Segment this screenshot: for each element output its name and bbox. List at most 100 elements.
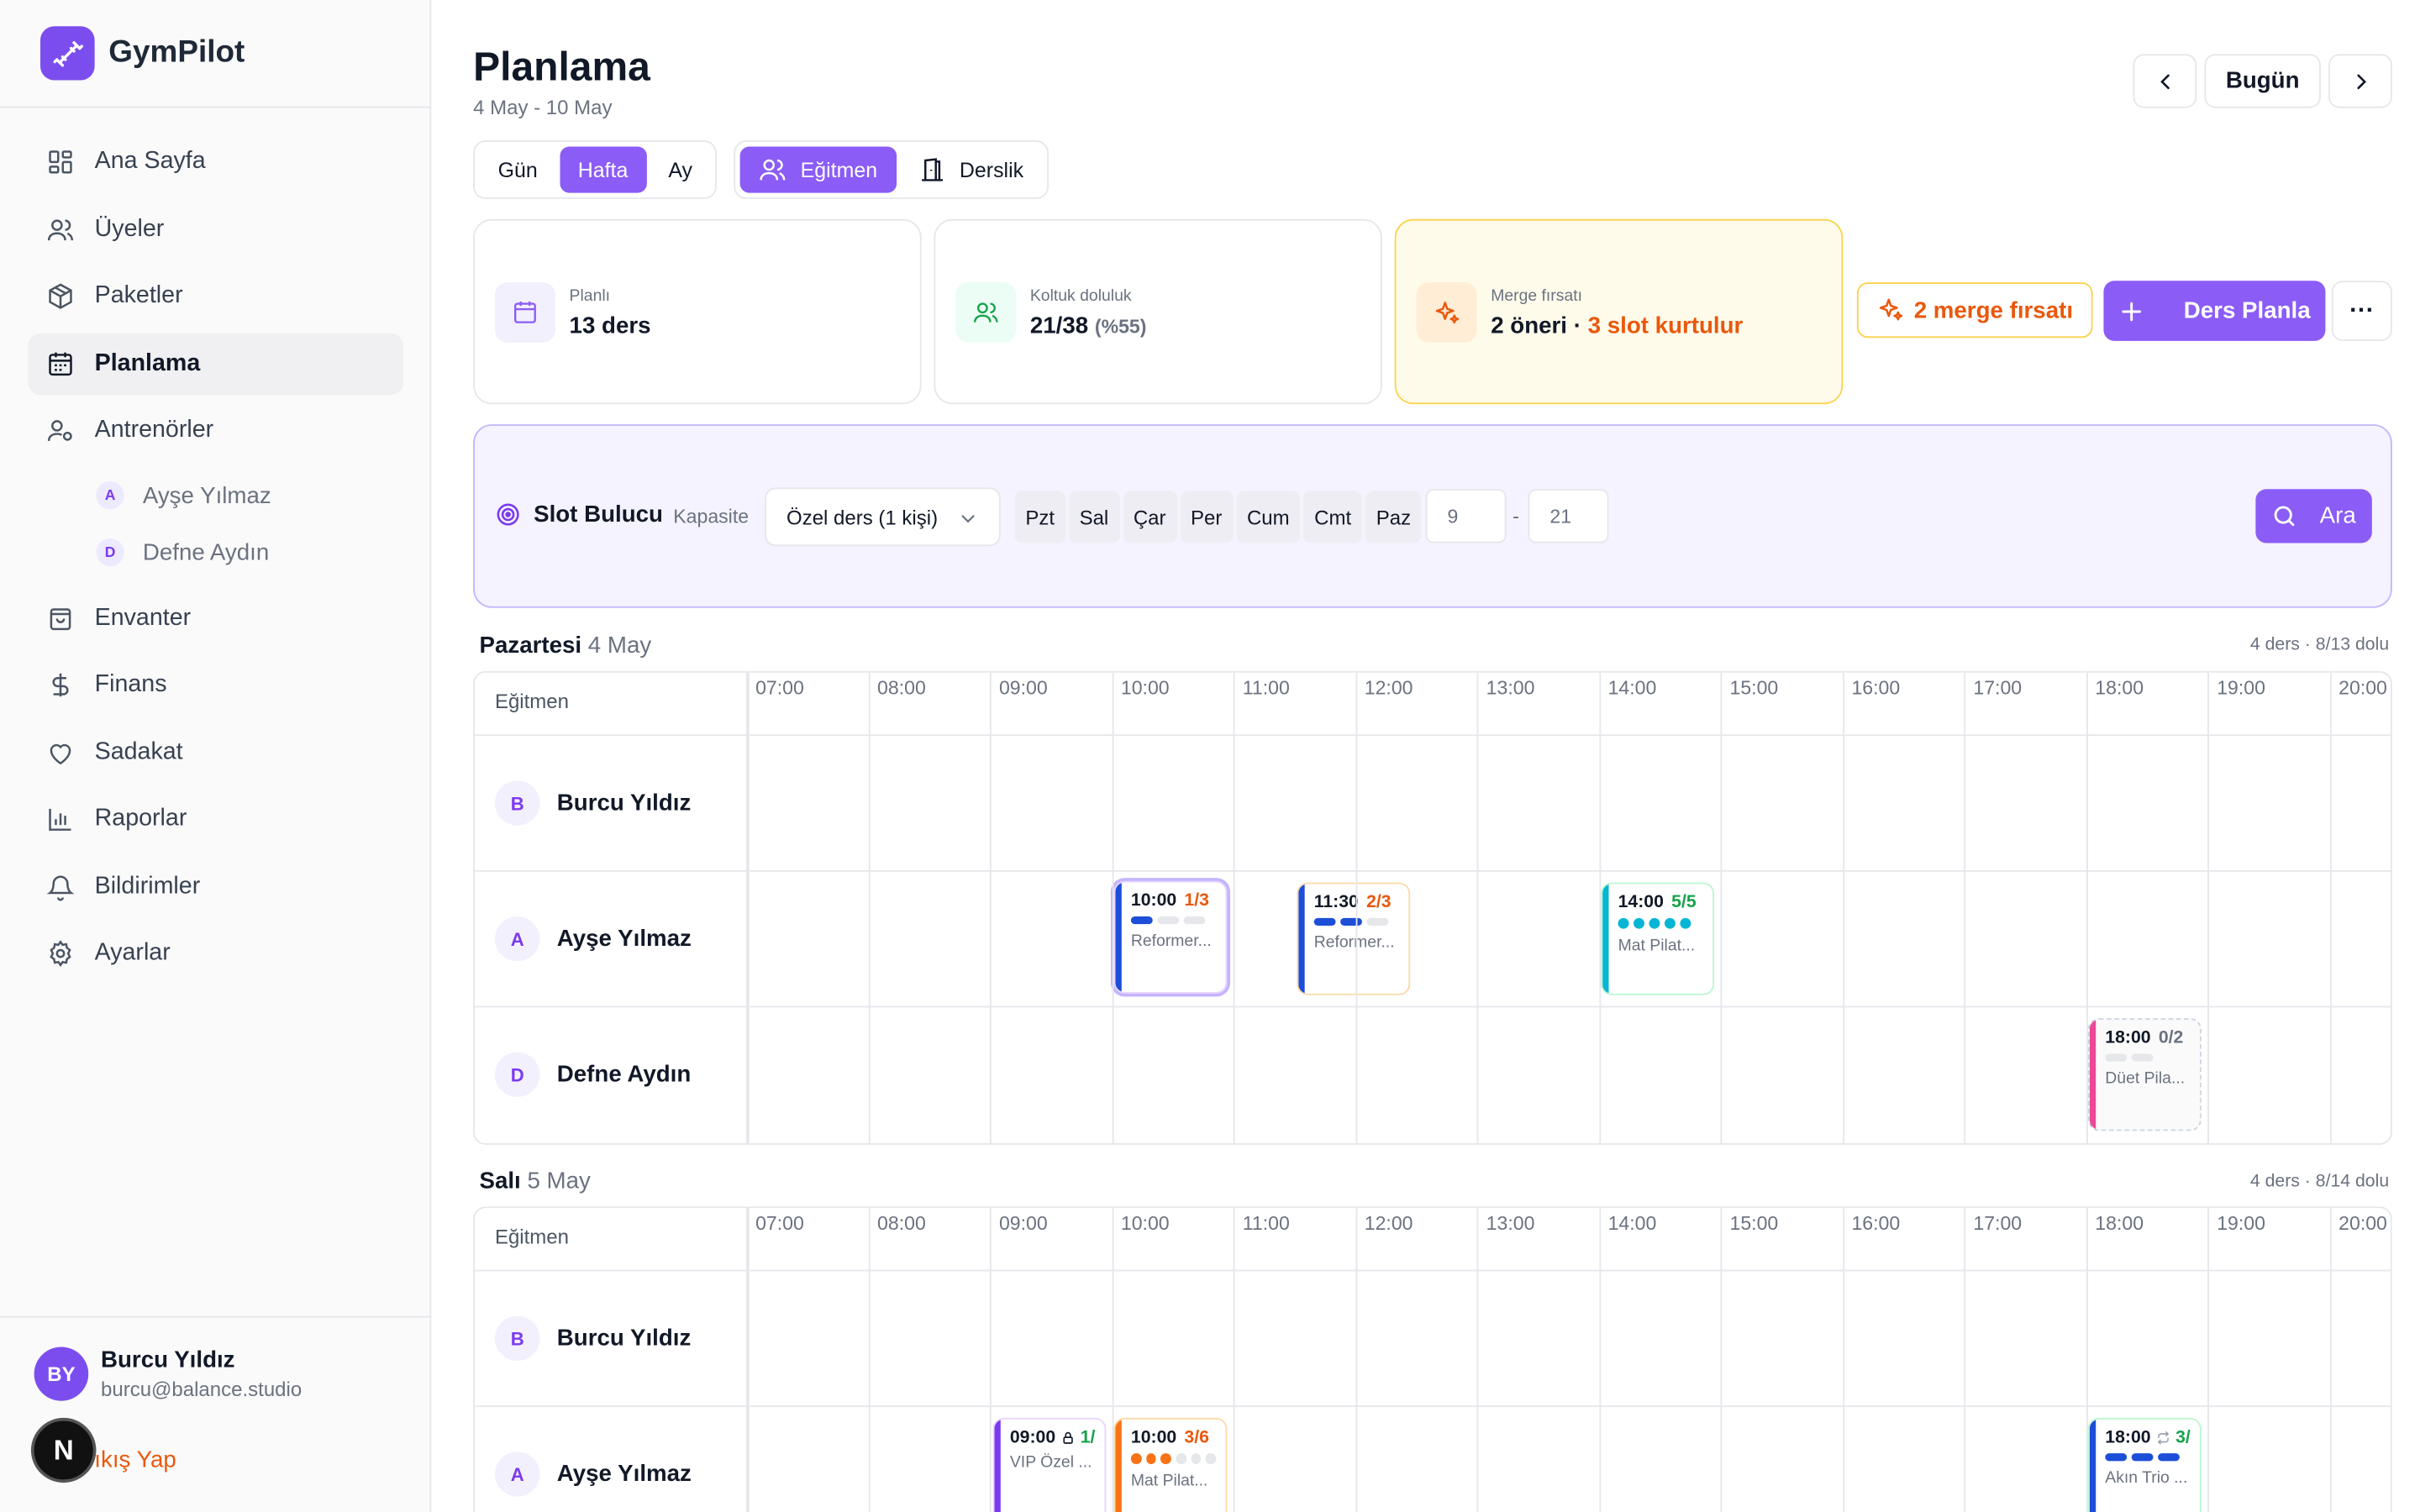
hour-label: 14:00 (1607, 677, 1657, 700)
sidebar-item-bildirimler[interactable]: Bildirimler (28, 855, 403, 916)
hour-to-input[interactable]: 21 (1528, 489, 1609, 543)
stat-label: Koltuk doluluk (1029, 286, 1132, 306)
slot-finder-title: Slot Bulucu (495, 501, 663, 528)
sidebar-item-paketler[interactable]: Paketler (28, 265, 403, 327)
schedule-grid-tuesday: Eğitmen B Burcu Yıldız A Ayşe Yılmaz 09:… (473, 1206, 2392, 1512)
stat-merge[interactable]: Merge fırsatı 2 öneri · 3 slot kurtulur (1394, 218, 1844, 405)
sidebar-item-antrenorler[interactable]: Antrenörler (28, 400, 403, 461)
class-block[interactable]: 09:00 1/ VIP Özel ... (992, 1417, 1107, 1512)
chevron-down-icon (961, 515, 975, 523)
day-name: Pazartesi (479, 633, 582, 659)
tab-month[interactable]: Ay (650, 146, 711, 192)
user-name: Burcu Yıldız (101, 1347, 235, 1373)
merge-count: 2 öneri (1491, 312, 1568, 340)
plan-class-button[interactable]: Ders Planla (2103, 281, 2326, 341)
tab-label: Eğitmen (800, 158, 878, 181)
page-title: Planlama (473, 43, 650, 90)
chevron-left-icon (2160, 73, 2169, 89)
grid-line (2329, 672, 2331, 1143)
sidebar-item-sadakat[interactable]: Sadakat (28, 722, 403, 783)
avatar: A (96, 481, 124, 510)
sidebar-item-label: Antrenörler (94, 416, 214, 444)
users-icon (760, 159, 786, 181)
brand[interactable]: GymPilot (40, 26, 245, 81)
tab-label: Derslik (959, 158, 1024, 181)
occupancy-pct: (%55) (1094, 316, 1147, 339)
sidebar-trainer-ayse[interactable]: A Ayşe Yılmaz (28, 467, 403, 524)
today-button[interactable]: Bugün (2204, 54, 2321, 108)
prev-button[interactable] (2133, 54, 2197, 108)
class-name: Reformer... (1130, 932, 1212, 951)
day-filter-car[interactable]: Çar (1122, 491, 1177, 543)
brand-name: GymPilot (108, 35, 245, 70)
dev-badge[interactable]: N (30, 1417, 97, 1483)
user-email: burcu@balance.studio (101, 1378, 302, 1401)
class-name: Mat Pilat... (1618, 936, 1696, 955)
hour-label: 20:00 (2338, 677, 2387, 700)
next-button[interactable] (2328, 54, 2392, 108)
merge-opportunities-button[interactable]: 2 merge fırsatı (1856, 282, 2093, 339)
sidebar-item-planlama[interactable]: Planlama (28, 332, 404, 395)
bell-icon (46, 874, 75, 900)
class-time: 11:30 (1313, 893, 1359, 912)
day-filter-pzt[interactable]: Pzt (1014, 491, 1065, 543)
class-capacity: 3/ (2175, 1428, 2191, 1447)
user-card[interactable]: BY Burcu Yıldız burcu@balance.studio (34, 1347, 302, 1401)
capacity-select[interactable]: Özel ders (1 kişi) (765, 487, 1001, 547)
class-block[interactable]: 14:00 5/5 Mat Pilat... (1601, 882, 1715, 995)
grid-line (1720, 1208, 1723, 1512)
class-time: 10:00 (1130, 891, 1177, 911)
hour-label: 20:00 (2338, 1212, 2387, 1235)
hour-label: 08:00 (877, 1212, 926, 1235)
column-header-trainer: Eğitmen (494, 1225, 570, 1248)
tab-day[interactable]: Gün (479, 146, 555, 192)
hour-label: 17:00 (1973, 1212, 2023, 1235)
tab-room[interactable]: Derslik (899, 146, 1042, 192)
tab-week[interactable]: Hafta (559, 146, 647, 193)
grid-line (1842, 1208, 1844, 1512)
table-row: B Burcu Yıldız (474, 736, 2391, 872)
day-filter-paz[interactable]: Paz (1365, 491, 1423, 543)
sidebar-item-envanter[interactable]: Envanter (28, 587, 403, 648)
class-capacity: 2/3 (1366, 893, 1392, 912)
grid-line (1476, 1208, 1479, 1512)
class-time: 09:00 (1009, 1428, 1056, 1447)
hour-from-input[interactable]: 9 (1425, 489, 1507, 543)
more-button[interactable]: ··· (2331, 281, 2392, 341)
hour-label: 10:00 (1120, 677, 1170, 700)
avatar: D (494, 1052, 540, 1097)
calendar-icon (49, 351, 72, 375)
door-icon (921, 158, 943, 181)
class-block[interactable]: 18:00 3/ Akın Trio ... (2087, 1417, 2202, 1512)
target-icon (497, 503, 519, 526)
class-block[interactable]: 11:302/3 Reformer... (1297, 882, 1411, 995)
class-block[interactable]: 18:00 0/2 Düet Pila... (2087, 1018, 2202, 1131)
sidebar-item-ayarlar[interactable]: Ayarlar (28, 922, 403, 984)
sidebar-item-uyeler[interactable]: Üyeler (28, 198, 403, 260)
class-block[interactable]: 10:00 1/3 Reformer... (1113, 880, 1228, 994)
grid-line (1476, 672, 1479, 1143)
grid-line (2207, 1208, 2209, 1512)
trainer-name: Burcu Yıldız (556, 1325, 692, 1352)
sidebar-item-raporlar[interactable]: Raporlar (28, 789, 403, 850)
class-block[interactable]: 10:00 3/6 Mat Pilat... (1113, 1417, 1228, 1512)
grid-line (1842, 672, 1844, 1143)
day-filter-per[interactable]: Per (1180, 491, 1234, 543)
tab-trainer[interactable]: Eğitmen (739, 146, 897, 193)
class-time: 18:00 (2105, 1428, 2151, 1447)
day-filter-sal[interactable]: Sal (1068, 491, 1120, 543)
day-filter-cum[interactable]: Cum (1236, 491, 1301, 543)
sidebar-item-ana-sayfa[interactable]: Ana Sayfa (28, 131, 403, 192)
sidebar-trainer-defne[interactable]: D Defne Aydın (28, 524, 403, 581)
plus-icon (2121, 301, 2141, 321)
day-name: Salı (479, 1168, 521, 1194)
grid-line (2329, 1208, 2331, 1512)
sidebar-item-finans[interactable]: Finans (28, 654, 403, 716)
button-label: Ara (2319, 502, 2356, 529)
search-button[interactable]: Ara (2255, 489, 2372, 543)
class-time: 18:00 (2105, 1029, 2151, 1048)
hour-label: 17:00 (1973, 677, 2023, 700)
class-capacity: 0/2 (2158, 1029, 2184, 1048)
stat-value: 21/38 (%55) (1030, 313, 1147, 339)
day-filter-cmt[interactable]: Cmt (1303, 491, 1363, 543)
